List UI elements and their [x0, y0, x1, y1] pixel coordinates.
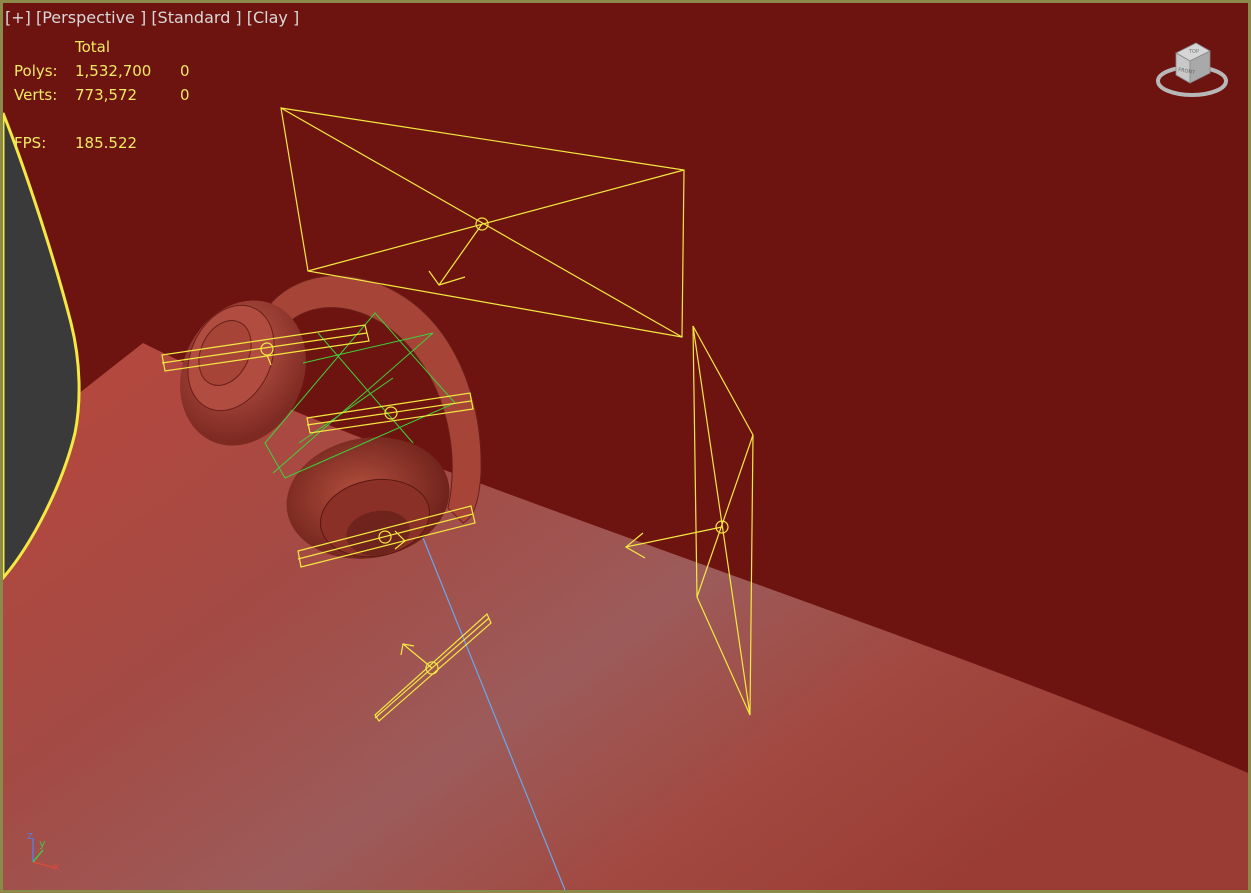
stats-polys-selected: 0: [180, 62, 190, 80]
viewport-label-menu: [+] [Perspective ] [Standard ] [Clay ]: [5, 9, 299, 27]
stats-polys-total: 1,532,700: [75, 62, 152, 80]
stats-polys-label: Polys:: [14, 62, 58, 80]
axis-z-label: z: [27, 829, 33, 842]
stats-verts-selected: 0: [180, 86, 190, 104]
viewport-style-menu[interactable]: [Clay ]: [247, 8, 299, 27]
navcube-top-label: TOP: [1188, 49, 1199, 55]
scene-render[interactable]: [3, 3, 1248, 890]
navigation-cube-icon[interactable]: TOP FRONT: [1154, 35, 1230, 105]
stats-fps-label: FPS:: [14, 134, 47, 152]
stats-fps-value: 185.522: [75, 134, 138, 152]
viewport-view-menu[interactable]: [Perspective ]: [36, 8, 146, 27]
stats-header: Total: [75, 38, 111, 56]
viewport-shading-menu[interactable]: [Standard ]: [151, 8, 241, 27]
axis-y-label: y: [39, 837, 46, 850]
axis-x-label: x: [53, 860, 60, 872]
stats-verts-total: 773,572: [75, 86, 138, 104]
stats-verts-label: Verts:: [14, 86, 58, 104]
viewport-plus-menu[interactable]: [+]: [5, 8, 31, 27]
perspective-viewport[interactable]: [+] [Perspective ] [Standard ] [Clay ] T…: [0, 0, 1251, 893]
axis-tripod-icon: z y x: [27, 829, 60, 872]
